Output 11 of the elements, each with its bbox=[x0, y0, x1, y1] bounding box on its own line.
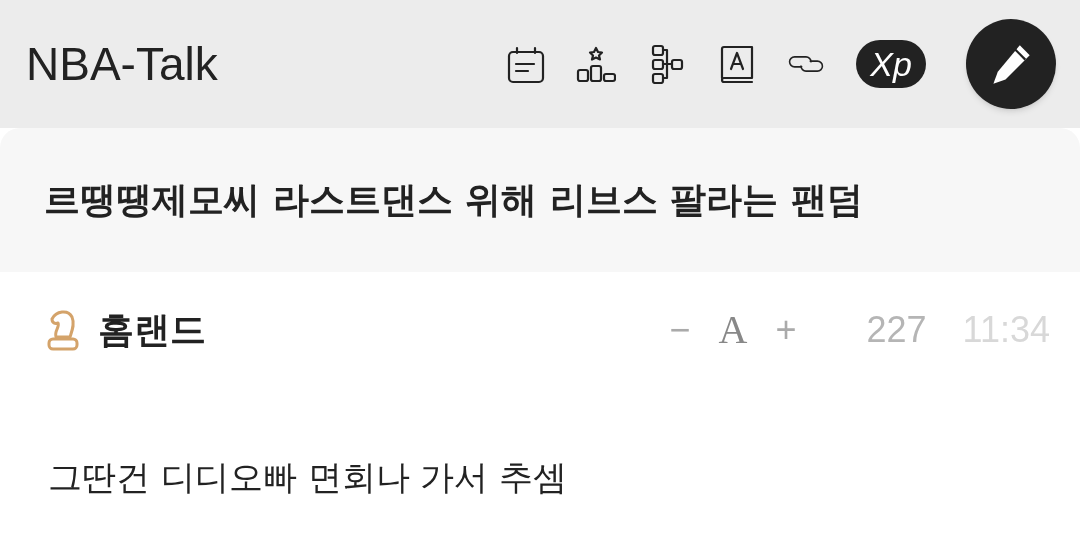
decrease-font-button[interactable]: − bbox=[669, 303, 691, 357]
increase-font-button[interactable]: + bbox=[775, 303, 797, 357]
view-count: 227 bbox=[866, 308, 927, 352]
post-body: 그딴건 디디오빠 면회나 가서 추셈 bbox=[47, 456, 569, 499]
ranking-icon[interactable] bbox=[576, 44, 616, 84]
app-title: NBA-Talk bbox=[26, 41, 218, 87]
post-title: 르땡땡제모씨 라스트댄스 위해 리브스 팔라는 팬덤 bbox=[44, 178, 863, 222]
font-size-button[interactable]: A bbox=[718, 300, 748, 360]
author-name: 홈랜드 bbox=[98, 308, 206, 352]
xp-badge[interactable]: Xp bbox=[856, 40, 926, 88]
calendar-icon[interactable] bbox=[506, 44, 546, 84]
